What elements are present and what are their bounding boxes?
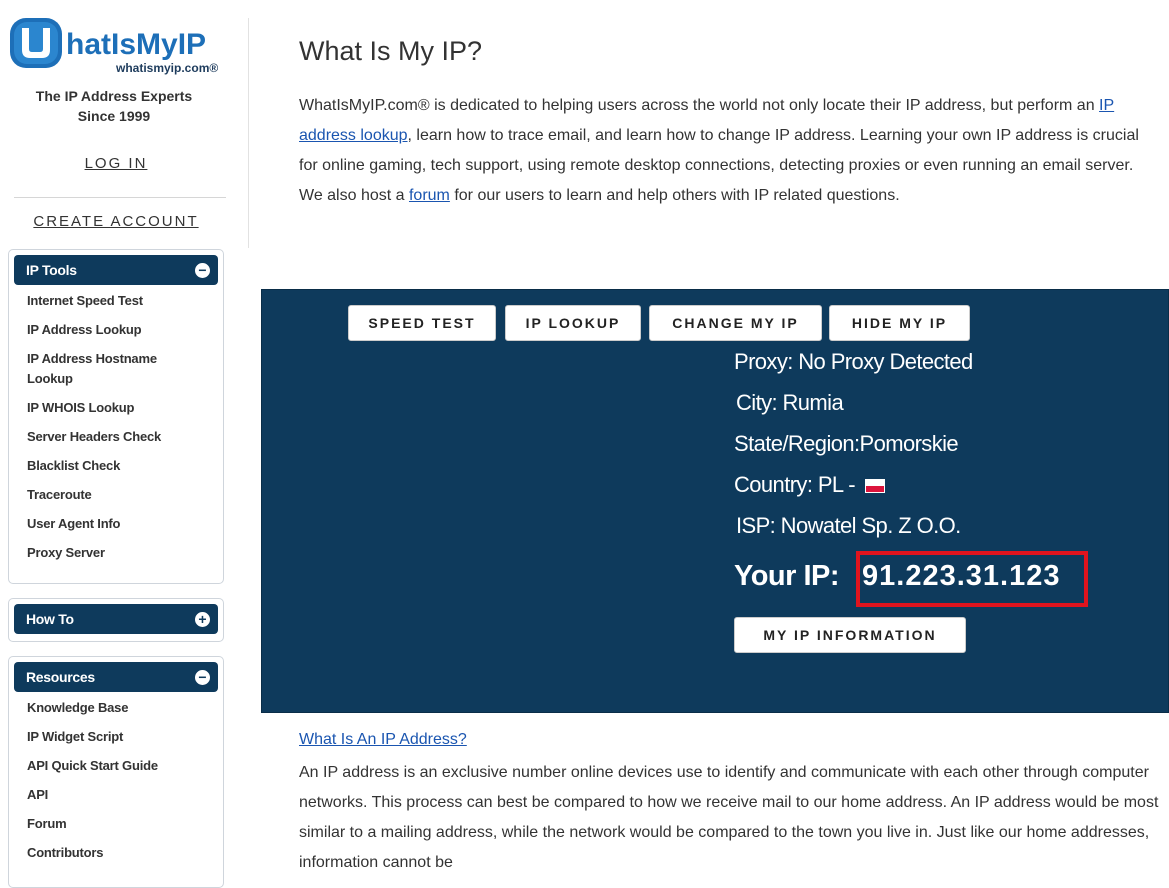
tagline: The IP Address Experts Since 1999: [0, 86, 228, 126]
sidebar-item-hostname-lookup[interactable]: IP Address Hostname Lookup: [9, 349, 187, 389]
state-value: State/Region:Pomorskie: [734, 431, 959, 456]
how-to-panel: How To +: [8, 598, 224, 642]
vertical-divider: [248, 18, 249, 248]
whatismyip-logo[interactable]: hatIsMyIP whatismyip.com®: [8, 14, 228, 78]
hide-my-ip-button[interactable]: HIDE MY IP: [829, 305, 970, 341]
sidebar-item-ip-lookup[interactable]: IP Address Lookup: [9, 320, 223, 340]
intro-text: WhatIsMyIP.com® is dedicated to helping …: [299, 91, 1159, 211]
sidebar-item-user-agent[interactable]: User Agent Info: [9, 514, 223, 534]
country-value: Country: PL -: [734, 472, 885, 498]
ip-lookup-button[interactable]: IP LOOKUP: [505, 305, 641, 341]
ip-tools-header[interactable]: IP Tools −: [14, 255, 218, 285]
how-to-title: How To: [26, 611, 74, 627]
collapse-icon[interactable]: −: [195, 670, 210, 685]
sidebar-item-blacklist[interactable]: Blacklist Check: [9, 456, 223, 476]
ip-address-value: 91.223.31.123: [862, 560, 1061, 592]
intro-part3: for our users to learn and help others w…: [449, 187, 900, 204]
sidebar-item-api[interactable]: API: [9, 785, 223, 805]
resources-panel: Resources − Knowledge Base IP Widget Scr…: [8, 656, 224, 888]
tagline-line2: Since 1999: [77, 108, 151, 124]
your-ip-label: Your IP:: [734, 560, 840, 592]
speed-test-button[interactable]: SPEED TEST: [348, 305, 496, 341]
create-account-link[interactable]: CREATE ACCOUNT: [0, 213, 232, 230]
poland-flag-icon: [864, 479, 885, 494]
city-value: City: Rumia: [736, 390, 844, 415]
expand-icon[interactable]: +: [195, 612, 210, 627]
isp-value: ISP: Nowatel Sp. Z O.O.: [736, 513, 961, 538]
logo-subtext: whatismyip.com®: [115, 61, 218, 75]
tagline-line1: The IP Address Experts: [35, 88, 193, 104]
my-ip-information-button[interactable]: MY IP INFORMATION: [734, 617, 966, 653]
change-my-ip-button[interactable]: CHANGE MY IP: [649, 305, 822, 341]
ip-tools-title: IP Tools: [26, 262, 77, 278]
what-is-ip-link[interactable]: What Is An IP Address?: [299, 731, 467, 749]
sidebar-item-traceroute[interactable]: Traceroute: [9, 485, 223, 505]
how-to-header[interactable]: How To +: [14, 604, 218, 634]
sidebar-item-whois[interactable]: IP WHOIS Lookup: [9, 398, 223, 418]
proxy-status: Proxy: No Proxy Detected: [734, 349, 973, 374]
intro-part1: WhatIsMyIP.com® is dedicated to helping …: [299, 97, 1100, 114]
sidebar: hatIsMyIP whatismyip.com® The IP Address…: [0, 0, 228, 888]
sidebar-item-contributors[interactable]: Contributors: [9, 843, 223, 863]
sidebar-item-knowledge-base[interactable]: Knowledge Base: [9, 698, 223, 718]
sidebar-item-speed-test[interactable]: Internet Speed Test: [9, 291, 223, 311]
sidebar-item-widget-script[interactable]: IP Widget Script: [9, 727, 223, 747]
sidebar-item-api-guide[interactable]: API Quick Start Guide: [9, 756, 223, 776]
country-text: Country: PL -: [734, 472, 861, 497]
page-title: What Is My IP?: [299, 36, 483, 66]
forum-link[interactable]: forum: [409, 187, 450, 204]
ip-info-panel: SPEED TEST IP LOOKUP CHANGE MY IP HIDE M…: [261, 289, 1169, 713]
collapse-icon[interactable]: −: [195, 263, 210, 278]
login-link[interactable]: LOG IN: [0, 155, 232, 172]
sidebar-item-proxy-server[interactable]: Proxy Server: [9, 543, 223, 563]
ip-explanation-text: An IP address is an exclusive number onl…: [299, 764, 1159, 871]
divider: [14, 197, 226, 198]
sidebar-item-server-headers[interactable]: Server Headers Check: [9, 427, 223, 447]
resources-title: Resources: [26, 669, 95, 685]
ip-tools-panel: IP Tools − Internet Speed Test IP Addres…: [8, 249, 224, 584]
logo-text: hatIsMyIP: [66, 28, 206, 61]
resources-header[interactable]: Resources −: [14, 662, 218, 692]
sidebar-item-forum[interactable]: Forum: [9, 814, 223, 834]
